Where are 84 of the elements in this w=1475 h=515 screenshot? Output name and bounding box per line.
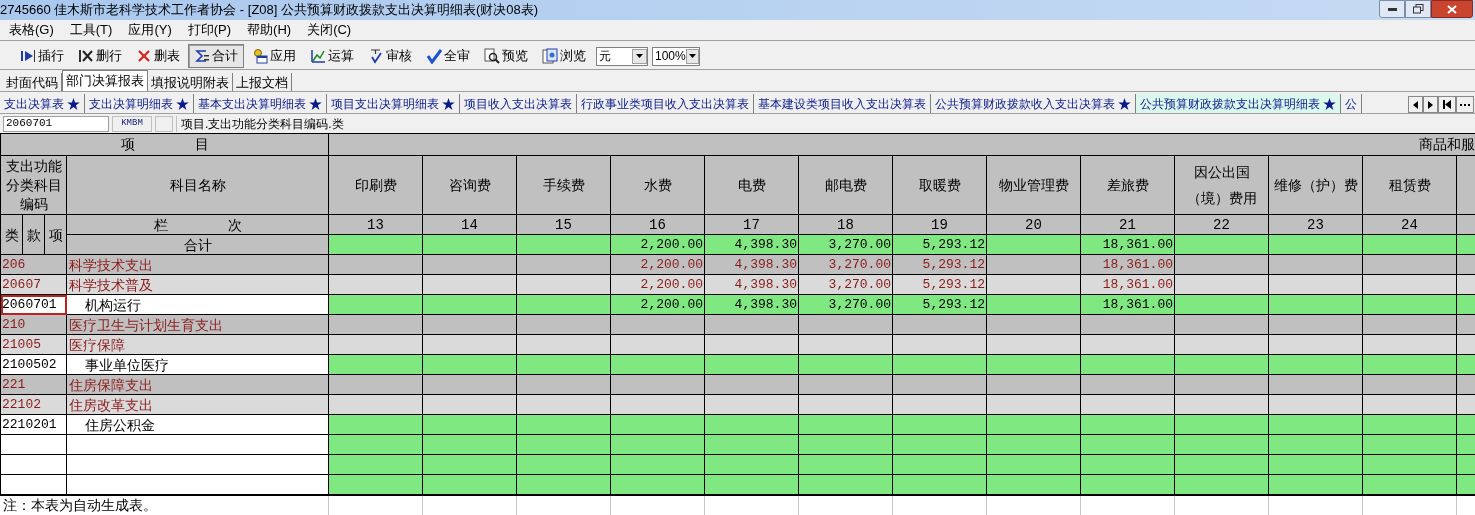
toolbar-button[interactable]: 删行 <box>72 44 128 68</box>
table-cell <box>0 434 67 455</box>
column-header: 取暖费 <box>892 155 987 215</box>
note-text: 注：本表为自动生成表。 <box>0 494 329 515</box>
left-arrow-icon <box>1413 100 1418 109</box>
column-header: 差旅费 <box>1080 155 1175 215</box>
column-header: 印刷费 <box>328 155 423 215</box>
toolbar-button[interactable]: 预览 <box>478 44 534 68</box>
cell-reference-field[interactable]: 2060701 <box>3 115 109 132</box>
close-icon <box>1447 4 1457 14</box>
column-header: 维修（护）费 <box>1268 155 1363 215</box>
checkmark-icon <box>426 48 442 64</box>
restore-button[interactable] <box>1405 0 1431 18</box>
table-cell: 221 <box>0 374 67 395</box>
check-icon <box>368 48 384 64</box>
scroll-left-button[interactable] <box>1408 96 1423 113</box>
table-cell: 2060701 <box>0 294 67 315</box>
table-cell <box>0 474 67 495</box>
bar-cross-icon <box>78 48 94 64</box>
menu-item[interactable]: 应用(Y) <box>125 20 175 40</box>
first-sheet-button[interactable] <box>1438 96 1456 113</box>
minimize-button[interactable] <box>1379 0 1405 18</box>
column-header: 科目名称 <box>66 155 329 215</box>
zoom-dropdown[interactable]: 100% <box>652 46 700 66</box>
blank-box <box>155 115 173 132</box>
magnifier-icon <box>484 48 500 64</box>
column-header: 租赁费 <box>1362 155 1457 215</box>
chart-icon <box>310 48 326 64</box>
first-icon <box>1443 100 1451 109</box>
gear-window-icon <box>252 48 268 64</box>
more-button[interactable] <box>1456 96 1474 113</box>
sheet-tab[interactable]: 封面代码 <box>3 73 62 91</box>
field-code: KMBM <box>112 115 152 132</box>
toolbar-button[interactable]: 审核 <box>362 44 418 68</box>
toolbar-button[interactable]: 运算 <box>304 44 360 68</box>
scroll-right-button[interactable] <box>1423 96 1438 113</box>
column-header: 物业管理费 <box>986 155 1081 215</box>
table-cell: 20607 <box>0 274 67 295</box>
right-arrow-icon <box>1428 100 1433 109</box>
document-icon <box>542 48 558 64</box>
sigma-icon <box>194 48 210 64</box>
sheet-tab[interactable]: 填报说明附表 <box>148 73 233 91</box>
table-cell: 2100502 <box>0 354 67 375</box>
table-cell: 2210201 <box>0 414 67 435</box>
menu-item[interactable]: 工具(T) <box>66 20 116 40</box>
table-cell: 206 <box>0 254 67 275</box>
menu-item[interactable]: 表格(G) <box>6 20 57 40</box>
toolbar-button[interactable]: 全审 <box>420 44 476 68</box>
column-header: 手续费 <box>516 155 611 215</box>
arrow-bar-icon <box>20 48 36 64</box>
minimize-icon <box>1387 7 1397 11</box>
column-header: 邮电费 <box>798 155 893 215</box>
menu-item[interactable]: 打印(P) <box>184 20 235 40</box>
sheet-tab[interactable]: 部门决算报表 <box>62 70 148 91</box>
more-icon <box>1460 103 1470 106</box>
window-title: 2745660 佳木斯市老科学技术工作者协会 - [Z08] 公共预算财政拨款支出决算明细表(财决08表) <box>0 1 539 20</box>
unit-dropdown[interactable]: 元 <box>596 46 648 66</box>
toolbar-button[interactable]: 浏览 <box>536 44 592 68</box>
column-header: 类 <box>0 214 23 255</box>
column-header: 项目 <box>0 133 329 156</box>
cell-path: 项目.支出功能分类科目编码.类 <box>176 115 486 132</box>
menu-item[interactable]: 关闭(C) <box>304 20 355 40</box>
toolbar-button[interactable]: 合计 <box>188 44 244 68</box>
table-cell <box>0 454 67 475</box>
table-cell: 210 <box>0 314 67 335</box>
column-header: 因公出国（境）费用 <box>1174 155 1269 215</box>
toolbar-button[interactable]: 插行 <box>14 44 70 68</box>
cross-icon <box>136 48 152 64</box>
toolbar-button[interactable]: 应用 <box>246 44 302 68</box>
toolbar-button[interactable]: 删表 <box>130 44 186 68</box>
dropdown-icon <box>636 54 643 58</box>
restore-icon <box>1412 4 1424 14</box>
report-tab[interactable]: 公共预算财政拨款支出决算明细表 <box>1136 94 1341 113</box>
close-button[interactable] <box>1431 0 1473 18</box>
sheet-tab[interactable]: 上报文档 <box>233 73 292 91</box>
table-cell: 21005 <box>0 334 67 355</box>
table-cell: 22102 <box>0 394 67 415</box>
column-header: 咨询费 <box>422 155 517 215</box>
menu-item[interactable]: 帮助(H) <box>244 20 295 40</box>
column-header: 支出功能分类科目编码 <box>0 155 67 215</box>
dropdown-icon <box>688 54 696 58</box>
column-header: 水费 <box>610 155 705 215</box>
column-header: 商品和服 <box>328 133 1475 156</box>
column-header: 电费 <box>704 155 799 215</box>
